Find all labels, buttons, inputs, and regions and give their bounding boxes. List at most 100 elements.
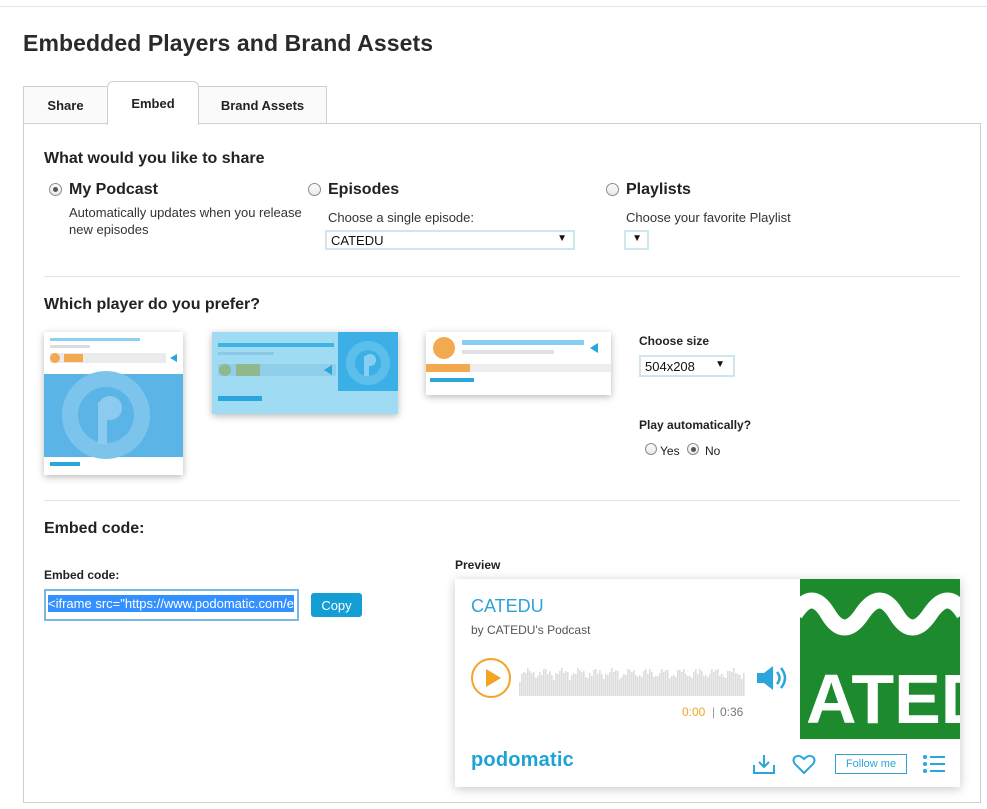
waveform-bar	[649, 669, 651, 696]
divider	[44, 276, 960, 277]
waveform-bar	[629, 670, 631, 696]
waveform-bar	[591, 676, 593, 696]
embed-code-field[interactable]: <iframe src="https://www.podomatic.com/e	[44, 589, 299, 621]
waveform-bar	[641, 677, 643, 696]
waveform-bar	[725, 678, 727, 696]
waveform-bar	[551, 675, 553, 696]
waveform-bar	[573, 673, 575, 696]
waveform-bar	[607, 675, 609, 696]
embed-code-value: <iframe src="https://www.podomatic.com/e	[48, 595, 294, 612]
playlist-select[interactable]: ▼	[624, 230, 649, 250]
waveform-bar	[631, 672, 633, 696]
waveform-bar	[717, 669, 719, 696]
podomatic-logo[interactable]: podomatic	[471, 749, 574, 772]
waveform-bar	[693, 672, 695, 696]
time-separator: |	[712, 705, 716, 719]
waveform-bar	[583, 671, 585, 696]
playlist-icon[interactable]	[922, 753, 946, 775]
download-icon[interactable]	[752, 753, 776, 775]
waveform-bar	[577, 668, 579, 696]
waveform-bar	[553, 680, 555, 696]
waveform-bar	[521, 674, 523, 696]
radio-autoplay-yes[interactable]	[645, 443, 657, 455]
embed-code-label: Embed code:	[44, 568, 120, 582]
waveform-bar	[599, 670, 601, 696]
tab-brand-assets[interactable]: Brand Assets	[198, 86, 327, 124]
waveform-bar	[565, 671, 567, 696]
waveform-bar	[535, 678, 537, 696]
dropdown-arrow-icon: ▼	[632, 233, 642, 244]
radio-playlists[interactable]	[606, 183, 619, 196]
waveform-bar	[735, 673, 737, 696]
waveform-bar	[741, 679, 743, 696]
waveform-bar	[681, 672, 683, 696]
waveform-bar	[659, 673, 661, 696]
waveform-bar	[715, 670, 717, 696]
waveform-bar	[593, 670, 595, 696]
waveform-bar	[525, 673, 527, 696]
waveform-bar	[655, 676, 657, 696]
episode-select-value: CATEDU	[331, 232, 384, 248]
waveform-bar	[677, 670, 679, 696]
play-button[interactable]	[471, 658, 511, 698]
waveform-bar	[633, 670, 635, 696]
waveform-bar	[541, 675, 543, 696]
waveform-bar	[683, 669, 685, 696]
horizontal-player-preview-icon	[212, 332, 398, 414]
radio-my-podcast[interactable]	[49, 183, 62, 196]
waveform-bar	[621, 677, 623, 696]
episodes-label: Episodes	[328, 181, 400, 198]
episode-title[interactable]: CATEDU	[471, 596, 544, 617]
playlists-label: Playlists	[626, 181, 691, 198]
size-select[interactable]: 504x208 ▼	[639, 355, 735, 377]
waveform-bar	[733, 668, 735, 696]
waveform-bar	[557, 674, 559, 696]
waveform-bar	[605, 674, 607, 696]
waveform-bar	[685, 674, 687, 696]
size-select-value: 504x208	[645, 358, 695, 374]
radio-episodes[interactable]	[308, 183, 321, 196]
waveform-bar	[671, 676, 673, 696]
follow-button[interactable]: Follow me	[835, 754, 907, 774]
tab-share[interactable]: Share	[23, 86, 108, 124]
waveform-bar	[613, 672, 615, 696]
waveform-bar	[691, 678, 693, 696]
my-podcast-description: Automatically updates when you release n…	[69, 205, 302, 237]
waveform-bar	[531, 673, 533, 696]
waveform-bar	[579, 670, 581, 696]
waveform-bar	[619, 679, 621, 696]
waveform-bar	[665, 670, 667, 696]
tab-embed[interactable]: Embed	[107, 81, 199, 125]
autoplay-yes-label: Yes	[660, 444, 680, 458]
radio-autoplay-no[interactable]	[687, 443, 699, 455]
waveform-bar	[739, 675, 741, 696]
waveform-bar	[679, 670, 681, 696]
waveform-bar	[581, 672, 583, 696]
copy-button[interactable]: Copy	[311, 593, 362, 617]
waveform-bar	[701, 671, 703, 696]
volume-icon[interactable]	[755, 663, 791, 693]
autoplay-no-label: No	[705, 444, 721, 458]
waveform-bar	[587, 678, 589, 696]
heart-icon[interactable]	[792, 753, 816, 775]
player-style-vertical-thumbnail[interactable]	[44, 332, 183, 475]
episode-select[interactable]: CATEDU ▼	[325, 230, 575, 250]
waveform[interactable]	[519, 660, 745, 696]
waveform-bar	[625, 675, 627, 696]
waveform-bar	[527, 668, 529, 696]
waveform-bar	[615, 670, 617, 696]
player-style-minimal-thumbnail[interactable]	[426, 332, 611, 395]
vertical-player-preview-icon	[44, 332, 183, 475]
top-rule	[0, 6, 987, 7]
waveform-bar	[719, 676, 721, 696]
waveform-bar	[549, 671, 551, 696]
waveform-bar	[709, 674, 711, 696]
waveform-bar	[571, 675, 573, 696]
waveform-bar	[595, 669, 597, 696]
cover-art-icon: ATED	[800, 579, 960, 739]
player-style-horizontal-thumbnail[interactable]	[212, 332, 398, 414]
waveform-bar	[711, 669, 713, 696]
waveform-bar	[689, 676, 691, 696]
waveform-bar	[603, 679, 605, 696]
waveform-bar	[743, 673, 745, 696]
